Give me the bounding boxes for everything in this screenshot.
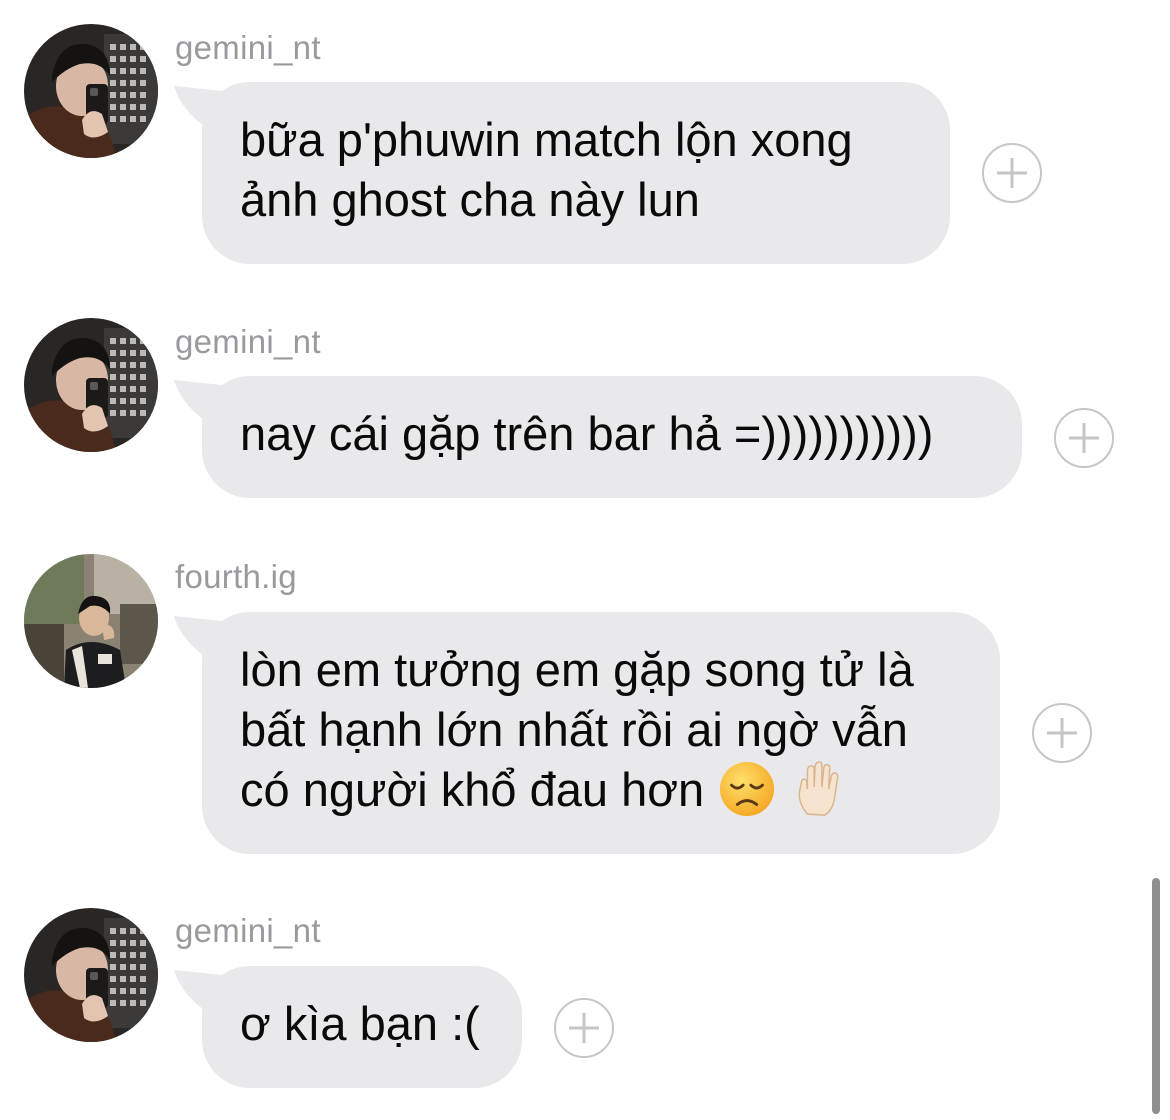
chat-thread: gemini_nt bữa p'phuwin match lộn xong ản…	[0, 0, 1170, 1120]
message-bubble[interactable]: lòn em tưởng em gặp song tử là bất hạnh …	[202, 612, 1000, 854]
message-text: ảnh ghost cha này lun	[240, 173, 700, 226]
add-reaction-icon[interactable]	[982, 143, 1042, 203]
avatar[interactable]	[24, 318, 158, 452]
scrollbar[interactable]	[1152, 878, 1160, 1114]
avatar[interactable]	[24, 908, 158, 1042]
add-reaction-icon[interactable]	[554, 998, 614, 1058]
message-text: bữa p'phuwin match lộn xong	[240, 113, 853, 166]
add-reaction-icon[interactable]	[1054, 408, 1114, 468]
message-text: có người khổ đau hơn	[240, 763, 705, 816]
avatar[interactable]	[24, 554, 158, 688]
message-bubble[interactable]: bữa p'phuwin match lộn xong ảnh ghost ch…	[202, 82, 950, 264]
message-text: lòn em tưởng em gặp song tử là	[240, 643, 914, 696]
avatar[interactable]	[24, 24, 158, 158]
sender-name: gemini_nt	[175, 912, 321, 949]
message-text: ơ kìa bạn :(	[240, 997, 480, 1050]
message-bubble[interactable]: nay cái gặp trên bar hả =)))))))))))	[202, 376, 1022, 498]
sender-name: fourth.ig	[175, 558, 297, 595]
raised-hand-light-skin-emoji	[798, 761, 839, 816]
message-text: nay cái gặp trên bar hả =)))))))))))	[240, 407, 934, 460]
sender-name: gemini_nt	[175, 29, 321, 66]
message-text: bất hạnh lớn nhất rồi ai ngờ vẫn	[240, 703, 908, 756]
message-bubble[interactable]: ơ kìa bạn :(	[202, 966, 522, 1088]
add-reaction-icon[interactable]	[1032, 703, 1092, 763]
disappointed-face-emoji	[720, 761, 775, 817]
sender-name: gemini_nt	[175, 323, 321, 360]
